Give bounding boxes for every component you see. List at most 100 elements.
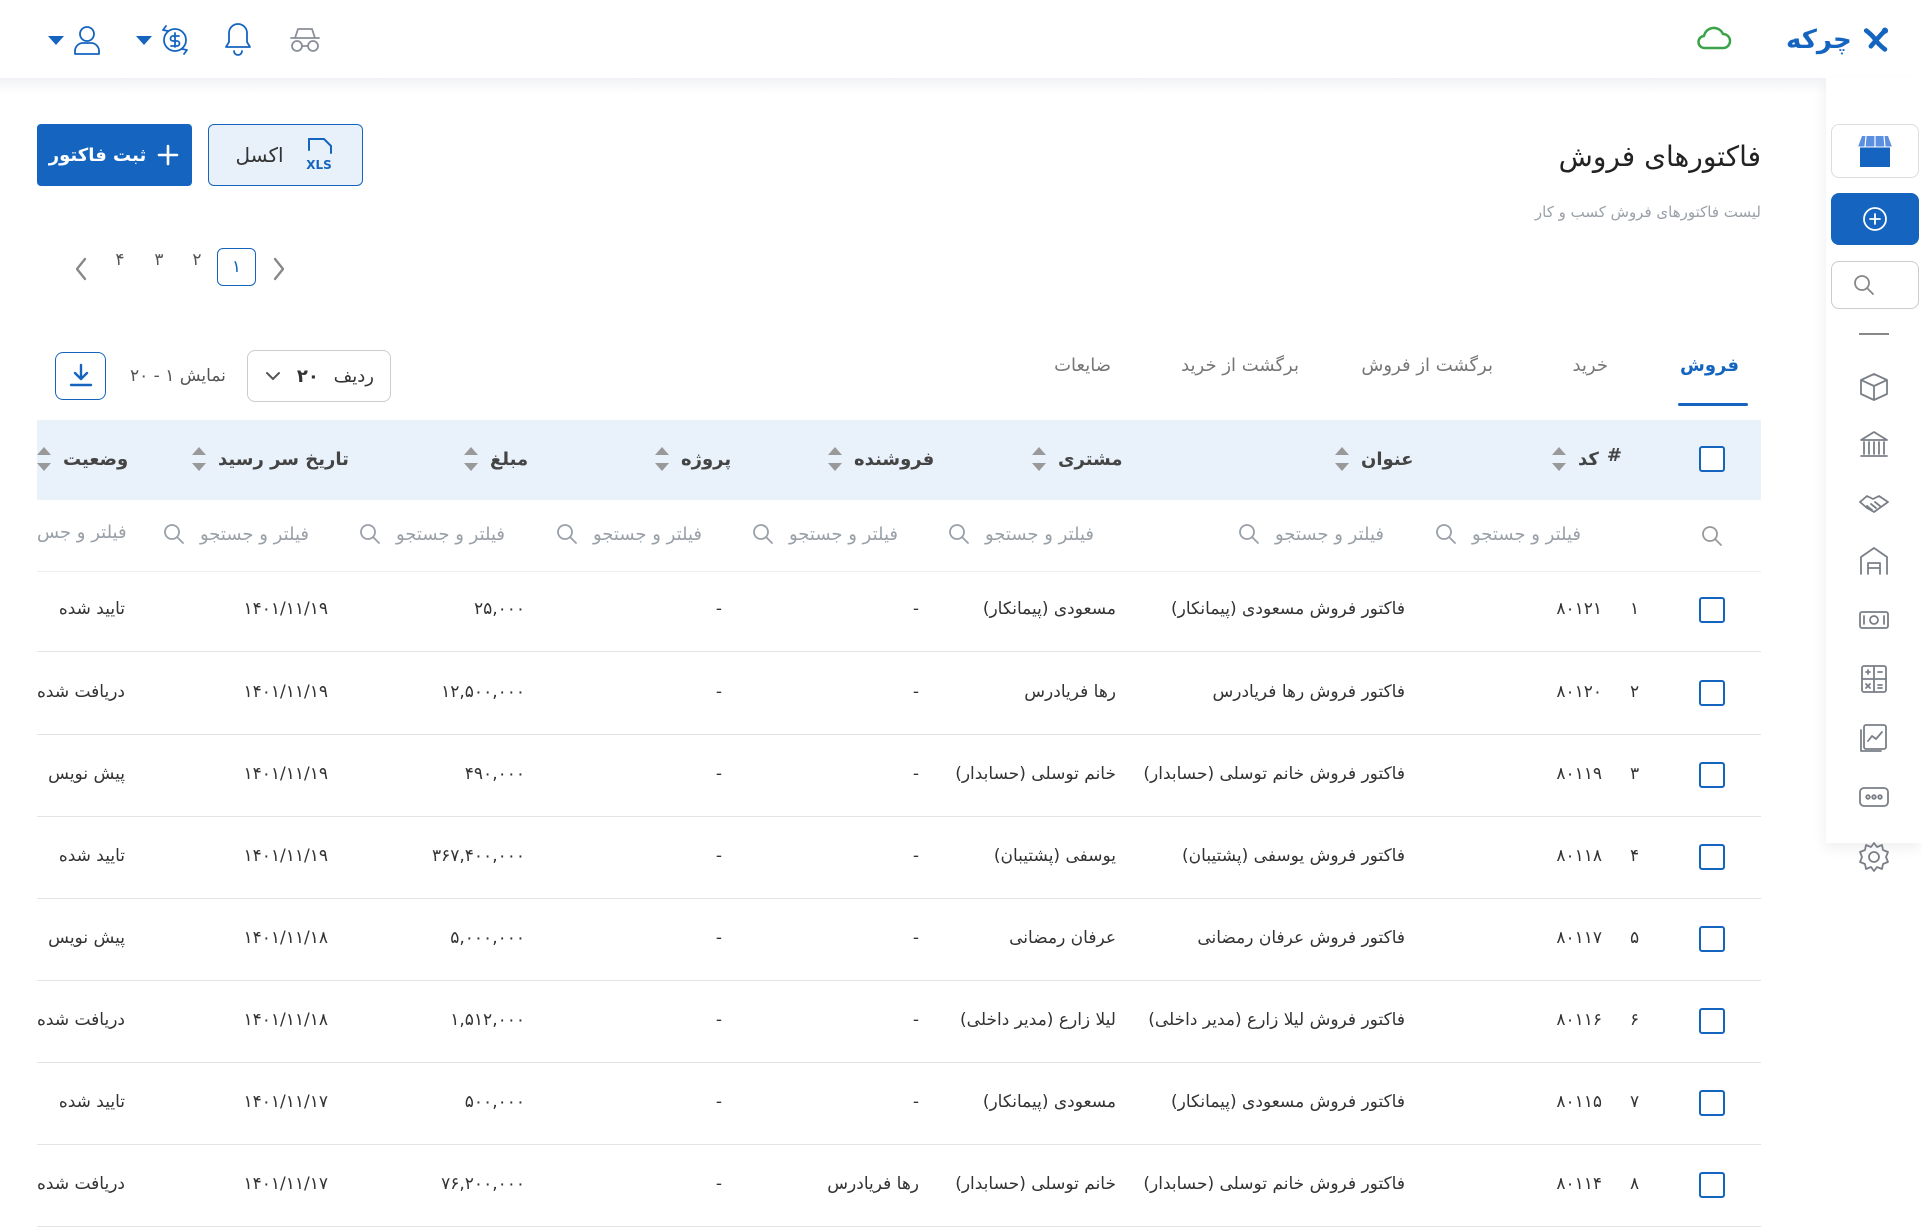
- row-due-date: ۱۴۰۱/۱۱/۱۸: [243, 1010, 328, 1030]
- filter-amount-input[interactable]: فیلتر و جستجو: [358, 522, 505, 546]
- filter-due-date-input[interactable]: فیلتر و جستجو: [162, 522, 309, 546]
- page-2-button[interactable]: ۲: [179, 250, 215, 270]
- tab-purchase-return[interactable]: برگشت از خرید: [1181, 355, 1299, 376]
- chevron-down-icon: [48, 35, 64, 45]
- chevron-right-icon[interactable]: [270, 256, 288, 282]
- column-header-project[interactable]: پروژه: [655, 445, 731, 473]
- row-checkbox[interactable]: [1699, 1172, 1725, 1198]
- column-header-customer[interactable]: مشتری: [1032, 445, 1123, 473]
- currency-menu[interactable]: [136, 20, 194, 60]
- rows-per-page-select[interactable]: ردیف ۲۰: [247, 350, 391, 402]
- row-title[interactable]: فاکتور فروش خانم توسلی (حسابدار): [1143, 1174, 1405, 1194]
- brand-logo[interactable]: چرکه: [1786, 18, 1891, 62]
- row-checkbox[interactable]: [1699, 597, 1725, 623]
- column-header-code[interactable]: کد: [1552, 445, 1599, 473]
- store-icon: [1858, 135, 1892, 167]
- xls-badge: XLS: [306, 158, 332, 172]
- row-title[interactable]: فاکتور فروش لیلا زارع (مدیر داخلی): [1148, 1010, 1405, 1030]
- sort-icon[interactable]: [37, 445, 51, 473]
- row-code: ۸۰۱۱۴: [1556, 1174, 1602, 1194]
- chevron-left-icon[interactable]: [72, 256, 90, 282]
- row-checkbox[interactable]: [1699, 844, 1725, 870]
- bell-icon[interactable]: [222, 20, 254, 56]
- tab-sales[interactable]: فروش: [1680, 355, 1739, 376]
- gear-icon[interactable]: [1857, 840, 1891, 874]
- sort-icon[interactable]: [1552, 445, 1566, 473]
- user-menu[interactable]: [48, 22, 104, 58]
- add-invoice-button[interactable]: ثبت فاکتور: [37, 124, 192, 186]
- user-icon: [74, 26, 100, 55]
- column-header-due-date[interactable]: تاریخ سر رسید: [192, 445, 349, 473]
- row-status: تایید شده: [58, 599, 125, 619]
- filter-title-input[interactable]: فیلتر و جستجو: [1237, 522, 1384, 546]
- money-icon[interactable]: [1857, 603, 1891, 637]
- row-checkbox[interactable]: [1699, 680, 1725, 706]
- page-1-button[interactable]: ۱: [217, 248, 256, 286]
- row-divider: [37, 1226, 1761, 1227]
- sort-icon[interactable]: [828, 445, 842, 473]
- row-checkbox[interactable]: [1699, 1090, 1725, 1116]
- filter-seller-input[interactable]: فیلتر و جستجو: [751, 522, 898, 546]
- column-header-amount[interactable]: مبلغ: [464, 445, 528, 473]
- row-seller: -: [912, 928, 919, 948]
- select-all-checkbox[interactable]: [1699, 446, 1725, 472]
- handshake-icon[interactable]: [1857, 486, 1891, 520]
- column-header-index: #: [1606, 445, 1622, 466]
- sort-icon[interactable]: [192, 445, 206, 473]
- sort-icon[interactable]: [464, 445, 478, 473]
- excel-label: اکسل: [235, 143, 284, 167]
- row-due-date: ۱۴۰۱/۱۱/۱۷: [243, 1174, 328, 1194]
- quick-add-button[interactable]: [1831, 193, 1919, 245]
- filter-code-input[interactable]: فیلتر و جستجو: [1434, 522, 1581, 546]
- row-title[interactable]: فاکتور فروش مسعودی (پیمانکار): [1171, 599, 1405, 619]
- tab-sales-return[interactable]: برگشت از فروش: [1361, 355, 1493, 376]
- row-due-date: ۱۴۰۱/۱۱/۱۹: [243, 599, 328, 619]
- row-title[interactable]: فاکتور فروش یوسفی (پشتیبان): [1182, 846, 1405, 866]
- sort-icon[interactable]: [1335, 445, 1349, 473]
- warehouse-icon[interactable]: [1857, 544, 1891, 578]
- row-due-date: ۱۴۰۱/۱۱/۱۹: [243, 846, 328, 866]
- page-3-button[interactable]: ۳: [141, 250, 177, 270]
- row-index: ۵: [1630, 928, 1640, 948]
- row-checkbox[interactable]: [1699, 926, 1725, 952]
- row-amount: ۱۲,۵۰۰,۰۰۰: [441, 682, 525, 702]
- filter-project-input[interactable]: فیلتر و جستجو: [555, 522, 702, 546]
- column-header-status[interactable]: وضعیت: [37, 445, 128, 473]
- sort-icon[interactable]: [655, 445, 669, 473]
- row-due-date: ۱۴۰۱/۱۱/۱۹: [243, 682, 328, 702]
- excel-export-button[interactable]: XLS اکسل: [208, 124, 363, 186]
- store-switch-button[interactable]: [1831, 124, 1919, 178]
- chevron-down-icon: [136, 35, 152, 45]
- page-4-button[interactable]: ۴: [102, 250, 138, 270]
- row-checkbox[interactable]: [1699, 1008, 1725, 1034]
- glasses-icon[interactable]: [287, 24, 323, 56]
- search-icon: [1436, 524, 1456, 544]
- row-checkbox[interactable]: [1699, 762, 1725, 788]
- row-divider: [37, 651, 1761, 652]
- row-due-date: ۱۴۰۱/۱۱/۱۷: [243, 1092, 328, 1112]
- cloud-icon[interactable]: [1695, 22, 1733, 56]
- box-icon[interactable]: [1857, 370, 1891, 404]
- brand-name: چرکه: [1786, 25, 1852, 55]
- tab-waste[interactable]: ضایعات: [1054, 355, 1111, 376]
- row-index: ۷: [1630, 1092, 1640, 1112]
- tab-purchase[interactable]: خرید: [1572, 355, 1608, 376]
- sidebar-search-input[interactable]: [1831, 261, 1919, 309]
- more-icon[interactable]: [1857, 780, 1891, 814]
- report-icon[interactable]: [1857, 721, 1891, 755]
- bank-icon[interactable]: [1857, 428, 1891, 462]
- row-title[interactable]: فاکتور فروش خانم توسلی (حسابدار): [1143, 764, 1405, 784]
- filter-customer-input[interactable]: فیلتر و جستجو: [947, 522, 1094, 546]
- row-seller: -: [912, 1010, 919, 1030]
- calculator-icon[interactable]: [1857, 662, 1891, 696]
- row-seller: -: [912, 1092, 919, 1112]
- row-title[interactable]: فاکتور فروش مسعودی (پیمانکار): [1171, 1092, 1405, 1112]
- column-header-seller[interactable]: فروشنده: [828, 445, 934, 473]
- filter-status-input[interactable]: فیلتر و جس: [37, 522, 127, 543]
- download-button[interactable]: [55, 352, 106, 400]
- column-header-title[interactable]: عنوان: [1335, 445, 1413, 473]
- sort-icon[interactable]: [1032, 445, 1046, 473]
- row-title[interactable]: فاکتور فروش عرفان رمضانی: [1197, 928, 1405, 948]
- row-customer: مسعودی (پیمانکار): [982, 1092, 1116, 1112]
- row-title[interactable]: فاکتور فروش رها فریادرس: [1212, 682, 1405, 702]
